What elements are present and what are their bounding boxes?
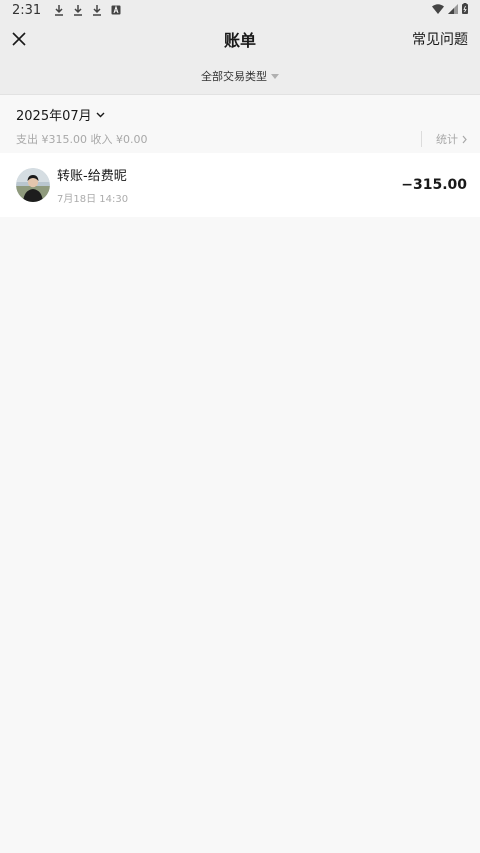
- close-button[interactable]: [12, 25, 40, 53]
- filter-bar: 全部交易类型: [0, 58, 480, 95]
- download-icon: [92, 4, 102, 16]
- download-icon: [54, 4, 64, 16]
- status-time: 2:31: [12, 2, 42, 18]
- battery-icon: [462, 2, 468, 18]
- avatar: [16, 168, 50, 202]
- month-section: 2025年07月 支出 ¥315.00 收入 ¥0.00 统计: [0, 95, 480, 153]
- month-summary-row: 支出 ¥315.00 收入 ¥0.00 统计: [16, 131, 467, 147]
- transaction-list: 转账-给费昵 7月18日 14:30 −315.00: [0, 153, 480, 217]
- download-icon: [73, 4, 83, 16]
- transaction-amount: −315.00: [401, 177, 467, 193]
- nav-bar: 账单 常见问题: [0, 20, 480, 58]
- month-label: 2025年07月: [16, 109, 92, 124]
- wifi-icon: [432, 3, 444, 18]
- status-bar: 2:31: [0, 0, 480, 20]
- month-summary: 支出 ¥315.00 收入 ¥0.00: [16, 133, 148, 146]
- caret-down-icon: [271, 73, 279, 79]
- transaction-time: 7月18日 14:30: [57, 194, 129, 205]
- month-selector[interactable]: 2025年07月: [16, 105, 105, 124]
- signal-icon: [448, 3, 458, 18]
- transaction-item[interactable]: 转账-给费昵 7月18日 14:30 −315.00: [0, 153, 480, 217]
- transaction-type-filter[interactable]: 全部交易类型: [201, 68, 279, 84]
- close-icon: [12, 32, 26, 46]
- chevron-right-icon: [462, 135, 467, 143]
- transaction-title: 转账-给费昵: [57, 169, 127, 184]
- stats-button[interactable]: 统计: [421, 131, 467, 147]
- translate-icon: [111, 4, 121, 16]
- filter-label: 全部交易类型: [201, 70, 267, 83]
- faq-link[interactable]: 常见问题: [412, 29, 468, 49]
- page-title: 账单: [223, 31, 256, 50]
- stats-label: 统计: [436, 133, 458, 146]
- chevron-down-icon: [96, 112, 105, 117]
